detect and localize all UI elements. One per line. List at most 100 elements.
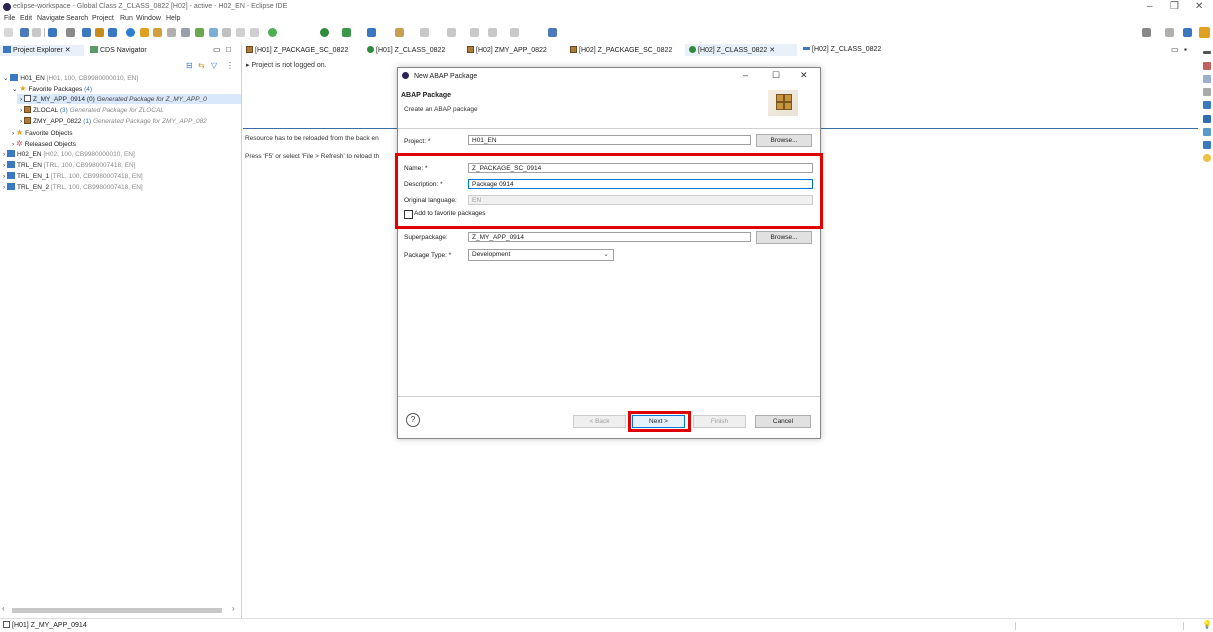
show-console-icon[interactable] [222, 28, 231, 37]
prev-annotation-icon[interactable] [447, 28, 456, 37]
editor-tab-h01-package[interactable]: [H01] Z_PACKAGE_SC_0822 [255, 47, 348, 54]
superpackage-field[interactable]: Z_MY_APP_0914 [468, 232, 751, 242]
open-object-icon[interactable] [181, 28, 190, 37]
menu-project[interactable]: Project [92, 15, 114, 22]
editor-tab-h02-class-active[interactable]: [H02] Z_CLASS_0822 ✕ [698, 47, 775, 54]
menu-edit[interactable]: Edit [20, 15, 32, 22]
menu-file[interactable]: File [4, 15, 15, 22]
help-icon[interactable]: ? [406, 413, 420, 427]
save-icon[interactable] [20, 28, 29, 37]
tree-row-zlocal[interactable]: › ZLOCAL (3) Generated Package for ZLOCA… [20, 106, 164, 114]
bookmarks-icon[interactable] [1203, 141, 1211, 149]
properties-icon[interactable] [1203, 75, 1211, 83]
activate-icon[interactable] [140, 28, 149, 37]
editor-tabs: [H01] Z_PACKAGE_SC_0822 [H01] Z_CLASS_08… [243, 44, 1198, 56]
editor-tab-h02-package[interactable]: [H02] Z_PACKAGE_SC_0822 [579, 47, 672, 54]
menu-help[interactable]: Help [166, 15, 180, 22]
maximize-view-icon[interactable]: □ [226, 45, 231, 54]
menu-window[interactable]: Window [136, 15, 161, 22]
tips-icon[interactable] [1203, 154, 1211, 162]
minimize-button[interactable]: – [1147, 1, 1153, 12]
superpackage-browse-button[interactable]: Browse... [756, 231, 812, 244]
run-icon[interactable] [320, 28, 329, 37]
tree-row-released-objects[interactable]: › ✲ Released Objects [12, 139, 76, 148]
notification-icon[interactable]: 💡 [1202, 620, 1212, 629]
close-window-button[interactable]: ✕ [1195, 1, 1203, 12]
back-button[interactable]: < Back [573, 415, 626, 428]
new-abap-project-icon[interactable] [82, 28, 91, 37]
link-icon[interactable] [209, 28, 218, 37]
dialog-minimize-button[interactable]: – [743, 70, 748, 80]
scrollbar-thumb[interactable] [12, 608, 222, 613]
view-menu-icon[interactable]: ⋮ [226, 61, 234, 70]
scroll-right-icon[interactable]: › [232, 604, 235, 613]
tab-cds-navigator[interactable]: CDS Navigator [100, 47, 147, 54]
new-icon[interactable] [4, 28, 13, 37]
filter-view-icon[interactable]: ▽ [211, 61, 217, 70]
editor-maximize-icon[interactable]: ▪ [1184, 45, 1187, 54]
abap-perspective-icon[interactable] [1183, 28, 1192, 37]
tree-row-z-my-app-0914[interactable]: › Z_MY_APP_0914 (0) Generated Package fo… [20, 95, 207, 103]
finish-button[interactable]: Finish [693, 415, 746, 428]
project-field[interactable]: H01_EN [468, 135, 751, 145]
link-editor-icon[interactable]: ⇆ [198, 61, 205, 70]
tree-row-h02[interactable]: › H02_EN [H02, 100, CB9980000010, EN] [3, 150, 135, 158]
history-icon[interactable] [1203, 128, 1211, 136]
last-edit-icon[interactable] [470, 28, 479, 37]
maximize-button[interactable]: ❐ [1170, 1, 1179, 12]
tree-row-trl-en-1[interactable]: › TRL_EN_1 [TRL, 100, CB9980007418, EN] [3, 172, 143, 180]
save-all-icon[interactable] [32, 28, 41, 37]
tree-row-trl-en-2[interactable]: › TRL_EN_2 [TRL, 100, CB9980007418, EN] [3, 183, 143, 191]
transport-icon[interactable] [1203, 115, 1211, 123]
editor-tab-h02-zmyapp[interactable]: [H02] ZMY_APP_0822 [476, 47, 547, 54]
new-package-icon[interactable] [95, 28, 104, 37]
next-annotation-icon[interactable] [420, 28, 429, 37]
minimize-view-icon[interactable]: ▭ [213, 45, 221, 54]
menu-search[interactable]: Search [66, 15, 88, 22]
tree-row-favorite-packages[interactable]: ⌄ ★ Favorite Packages (4) [12, 84, 92, 93]
tree-row-h01[interactable]: ⌄ H01_EN [H01, 100, CB9980000010, EN] [3, 74, 138, 82]
terminal-icon[interactable] [48, 28, 57, 37]
filter-icon[interactable] [66, 28, 75, 37]
search-icon[interactable] [1142, 28, 1151, 37]
dialog-maximize-button[interactable]: ☐ [772, 70, 780, 81]
outline-icon[interactable] [1203, 62, 1211, 70]
pilcrow-icon[interactable] [250, 28, 259, 37]
tab-project-explorer[interactable]: Project Explorer ✕ [13, 47, 71, 54]
tree-row-zmy-app-0822[interactable]: › ZMY_APP_0822 (1) Generated Package for… [20, 117, 207, 125]
format-icon[interactable] [236, 28, 245, 37]
debug-perspective-icon[interactable] [1199, 27, 1210, 38]
restore-icon[interactable] [1203, 51, 1211, 54]
activate-all-icon[interactable] [153, 28, 162, 37]
editor-tab-h01-class[interactable]: [H01] Z_CLASS_0822 [376, 47, 445, 54]
tree-row-trl-en[interactable]: › TRL_EN [TRL, 100, CB9980007418, EN] [3, 161, 136, 169]
menu-navigate[interactable]: Navigate [37, 15, 65, 22]
feed-reader-icon[interactable] [1203, 101, 1211, 109]
problems-icon[interactable] [1203, 88, 1211, 96]
run-config-icon[interactable] [342, 28, 351, 37]
run-test-icon[interactable] [195, 28, 204, 37]
back-icon[interactable] [488, 28, 497, 37]
class-icon [689, 46, 696, 53]
package-type-select[interactable]: Development ⌄ [468, 249, 614, 261]
where-used-icon[interactable] [167, 28, 176, 37]
new-object-icon[interactable] [108, 28, 117, 37]
forward-icon[interactable] [510, 28, 519, 37]
debug-icon[interactable] [268, 28, 277, 37]
project-browse-button[interactable]: Browse... [756, 134, 812, 147]
external-tools-icon[interactable] [367, 28, 376, 37]
dialog-close-button[interactable]: ✕ [800, 70, 808, 81]
dialog-header-subtitle: Create an ABAP package [404, 106, 478, 113]
open-perspective-icon[interactable] [548, 28, 557, 37]
collapse-all-icon[interactable]: ⊟ [186, 61, 193, 70]
editor-minimize-icon[interactable]: ▭ [1171, 45, 1179, 54]
tree-row-favorite-objects[interactable]: › ★ Favorite Objects [12, 128, 72, 137]
horizontal-scrollbar[interactable]: ‹ › [2, 604, 240, 614]
cancel-button[interactable]: Cancel [755, 415, 811, 428]
annotation-icon[interactable] [395, 28, 404, 37]
perspective-icon[interactable] [1165, 28, 1174, 37]
editor-tab-h02-class-2[interactable]: [H02] Z_CLASS_0822 [812, 46, 881, 53]
scroll-left-icon[interactable]: ‹ [2, 604, 5, 613]
check-icon[interactable] [126, 28, 135, 37]
menu-run[interactable]: Run [120, 15, 133, 22]
